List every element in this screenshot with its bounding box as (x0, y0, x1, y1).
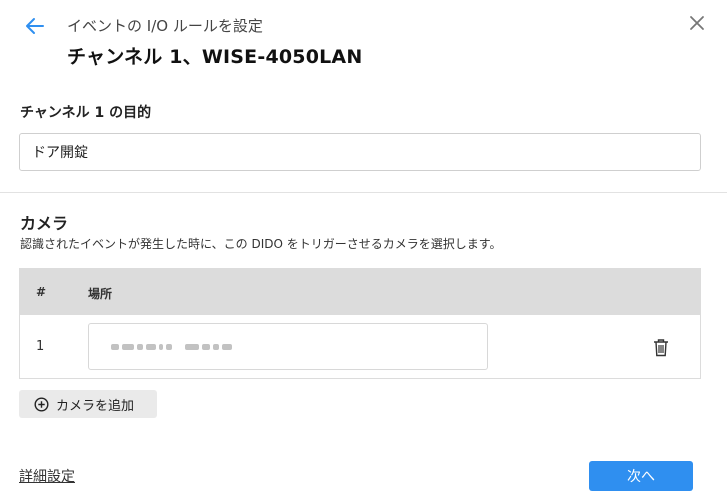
camera-section-title: カメラ (20, 214, 69, 233)
add-camera-label: カメラを追加 (56, 398, 135, 414)
section-divider (0, 192, 727, 193)
close-icon (690, 16, 704, 30)
add-camera-button[interactable]: カメラを追加 (19, 390, 157, 418)
arrow-left-icon (26, 18, 44, 34)
column-header-location: 場所 (88, 287, 113, 301)
dialog-title: チャンネル 1、WISE-4050LAN (67, 46, 363, 68)
dialog-header: イベントの I/O ルールを設定 チャンネル 1、WISE-4050LAN (0, 0, 727, 90)
close-button[interactable] (684, 10, 710, 36)
back-button[interactable] (20, 12, 50, 40)
table-header: # 場所 (20, 269, 700, 315)
redacted-location-text (111, 342, 243, 352)
trash-icon (654, 338, 668, 356)
delete-camera-button[interactable] (650, 335, 672, 359)
next-button[interactable]: 次へ (589, 461, 693, 491)
purpose-label: チャンネル 1 の目的 (20, 105, 152, 121)
purpose-input[interactable] (19, 133, 701, 171)
table-row: 1 (20, 315, 700, 378)
column-header-number: # (36, 285, 47, 299)
dialog-subtitle: イベントの I/O ルールを設定 (67, 17, 263, 35)
camera-section-description: 認識されたイベントが発生した時に、この DIDO をトリガーさせるカメラを選択し… (20, 237, 502, 251)
location-select[interactable] (88, 323, 488, 370)
advanced-settings-link[interactable]: 詳細設定 (19, 466, 75, 486)
camera-table: # 場所 1 (19, 268, 701, 379)
plus-circle-icon (34, 396, 49, 412)
row-number: 1 (36, 339, 45, 354)
